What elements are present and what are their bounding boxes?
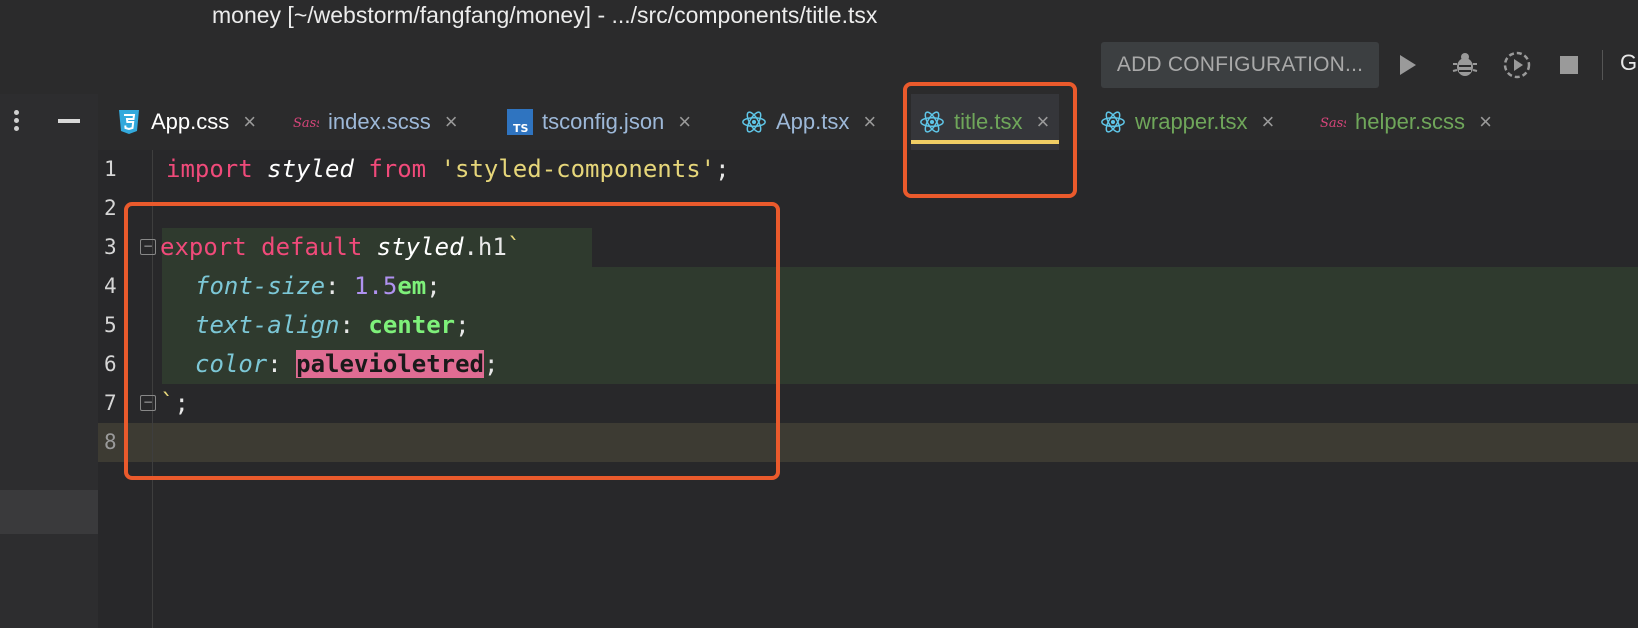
tab-app-tsx[interactable]: App.tsx ×: [741, 94, 876, 150]
tab-label: App.css: [151, 109, 230, 134]
tab-label: tsconfig.json: [542, 109, 665, 134]
svg-text:Sass: Sass: [293, 116, 319, 131]
truncated-toolbar-label[interactable]: G: [1620, 50, 1637, 76]
css-icon: [116, 109, 142, 135]
close-icon[interactable]: ×: [678, 109, 691, 135]
tab-label: index.scss: [328, 109, 431, 134]
close-icon[interactable]: ×: [1479, 109, 1492, 135]
react-icon: [1100, 109, 1126, 135]
typescript-icon: TS: [507, 109, 533, 135]
string-literal: 'styled-components': [440, 155, 716, 183]
title-bar: money [~/webstorm/fangfang/money] - .../…: [0, 0, 1638, 36]
code-line: 1 import styled from 'styled-components'…: [98, 150, 1638, 189]
tab-helper-scss[interactable]: Sass helper.scss ×: [1320, 94, 1492, 150]
sass-icon: Sass: [293, 109, 319, 135]
svg-text:TS: TS: [513, 122, 529, 135]
keyword: import: [166, 155, 253, 183]
tab-wrapper-tsx[interactable]: wrapper.tsx ×: [1100, 94, 1274, 150]
close-icon[interactable]: ×: [445, 109, 458, 135]
identifier: styled: [267, 155, 354, 183]
tab-index-scss[interactable]: Sass index.scss ×: [293, 94, 458, 150]
close-icon[interactable]: ×: [1262, 109, 1275, 135]
punctuation: ;: [715, 155, 730, 183]
annotation-box-active-tab: [903, 82, 1077, 198]
svg-text:Sass: Sass: [1320, 116, 1346, 131]
stop-icon[interactable]: [1554, 50, 1584, 80]
close-icon[interactable]: ×: [243, 109, 256, 135]
react-icon: [741, 109, 767, 135]
toolbar: ADD CONFIGURATION... G: [0, 36, 1638, 94]
add-configuration-button[interactable]: ADD CONFIGURATION...: [1101, 42, 1379, 88]
keyword: from: [368, 155, 427, 183]
tab-label: App.tsx: [776, 109, 850, 134]
sidebar-header: [0, 94, 98, 150]
debug-icon[interactable]: [1450, 50, 1480, 80]
line-number: 1: [104, 157, 117, 181]
tab-app-css[interactable]: App.css ×: [116, 94, 256, 150]
tab-label: wrapper.tsx: [1135, 109, 1248, 134]
sass-icon: Sass: [1320, 109, 1346, 135]
toolbar-separator: [1602, 50, 1603, 80]
annotation-box-code: [124, 202, 780, 480]
editor-tab-bar: App.css × Sass index.scss × TS tsconfig.…: [0, 94, 1638, 150]
window-title: money [~/webstorm/fangfang/money] - .../…: [212, 2, 878, 28]
project-sidebar: [0, 150, 98, 628]
tab-label: helper.scss: [1355, 109, 1466, 134]
run-coverage-icon[interactable]: [1502, 50, 1532, 80]
more-options-icon[interactable]: [14, 110, 20, 132]
close-icon[interactable]: ×: [863, 109, 876, 135]
sidebar-selected-row[interactable]: [0, 490, 98, 534]
minimize-icon[interactable]: [58, 119, 80, 123]
run-icon[interactable]: [1392, 50, 1422, 80]
tab-tsconfig-json[interactable]: TS tsconfig.json ×: [507, 94, 691, 150]
